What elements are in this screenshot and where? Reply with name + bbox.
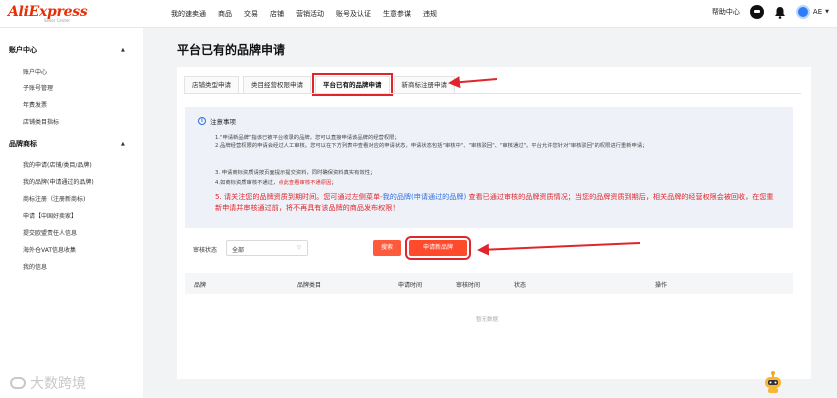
nav-products[interactable]: 商品 [218, 9, 232, 19]
sidebar-item-annual-fee-invoice[interactable]: 年费发票 [23, 100, 47, 109]
info-icon: i [198, 117, 206, 125]
notice-header: i 注意事项 [198, 116, 236, 126]
notice-line-3: 3. 申请商标资质请按页面提示提交资料，同时确保资料真实有效性； [215, 170, 376, 176]
notice-line-1: 1."申请新品牌"指该已被平台收录的品牌，您可以直接申请该品牌的经营权限； [215, 135, 400, 141]
notice-title: 注意事项 [210, 118, 236, 126]
table-header: 品牌 品牌类目 申请时间 审核时间 状态 操作 [185, 273, 793, 294]
header-actions: 帮助中心 AE ▼ [712, 5, 829, 19]
page-title: 平台已有的品牌申请 [177, 43, 286, 57]
sidebar-item-trademark-registration[interactable]: 商标注册（注册新商标) [23, 194, 85, 203]
column-actions: 操作 [655, 282, 668, 289]
caret-up-icon[interactable]: ▲ [121, 141, 125, 147]
sidebar-section-account[interactable]: 账户中心 [9, 45, 37, 55]
watermark-logo-icon [10, 377, 26, 389]
nav-marketing[interactable]: 营销活动 [296, 9, 324, 19]
column-brand: 品牌 [194, 282, 207, 289]
nav-store[interactable]: 店铺 [270, 9, 284, 19]
bell-icon[interactable] [774, 6, 786, 19]
column-apply-time: 申请时间 [398, 282, 423, 289]
watermark: 大数跨境 [10, 373, 86, 393]
column-status: 状态 [514, 282, 527, 289]
nav-violations[interactable]: 违规 [423, 9, 437, 19]
sidebar-item-sub-accounts[interactable]: 子账号管理 [23, 83, 53, 92]
user-menu[interactable]: AE ▼ [795, 5, 829, 19]
review-status-label: 审核状态 [193, 247, 218, 254]
tab-category-permission[interactable]: 类目经营权限申请 [243, 76, 311, 93]
caret-up-icon[interactable]: ▲ [121, 47, 125, 53]
review-status-value: 全部 [232, 247, 245, 254]
column-review-time: 审核时间 [456, 282, 481, 289]
empty-state: 暂无数据 [476, 317, 499, 323]
tab-bar: 店铺类型申请 类目经营权限申请 平台已有的品牌申请 新商标注册申请 [184, 73, 459, 96]
sidebar-item-my-brands[interactable]: 我的品牌(申请通过的品牌) [23, 177, 94, 186]
aliexpress-logo[interactable]: AliExpress Seller Center [8, 4, 88, 23]
top-navbar: AliExpress Seller Center 我的速卖通 商品 交易 店铺 … [0, 0, 837, 28]
avatar [795, 5, 810, 19]
sidebar-item-store-category-index[interactable]: 店铺类目指标 [23, 117, 59, 126]
main-nav: 我的速卖通 商品 交易 店铺 营销活动 账号及认证 生意参谋 违规 [171, 9, 437, 19]
sidebar-item-good-seller[interactable]: 申请【中国好卖家】 [23, 211, 77, 220]
tab-new-trademark[interactable]: 新商标注册申请 [393, 76, 455, 93]
search-button[interactable]: 搜索 [373, 240, 401, 256]
sidebar-item-overseas-vat[interactable]: 海外仓VAT信息收集 [23, 245, 76, 254]
notice-box: i 注意事项 1."申请新品牌"指该已被平台收录的品牌，您可以直接申请该品牌的经… [185, 107, 793, 228]
nav-orders[interactable]: 交易 [244, 9, 258, 19]
tab-divider [184, 93, 801, 94]
chat-icon[interactable] [749, 5, 764, 19]
sidebar: 账户中心 ▲ 账户中心 子账号管理 年费发票 店铺类目指标 品牌商标 ▲ 我的申… [0, 28, 143, 398]
nav-my-aliexpress[interactable]: 我的速卖通 [171, 9, 206, 19]
chevron-down-icon: ▼ [825, 9, 829, 15]
notice-line-4-end: ； [331, 180, 337, 186]
notice-line-4: 4.如商标资质审核不通过，点此查看审核不通原因； [215, 178, 337, 186]
nav-account[interactable]: 账号及认证 [336, 9, 371, 19]
my-brands-link[interactable]: 我的品牌(申请通过的品牌) [383, 192, 467, 201]
notice-line-4-text: 4.如商标资质审核不通过， [215, 180, 279, 186]
apply-new-brand-button[interactable]: 申请新品牌 [405, 236, 471, 260]
sidebar-item-account-center[interactable]: 账户中心 [23, 67, 47, 76]
nav-business-advisor[interactable]: 生意参谋 [383, 9, 411, 19]
watermark-text: 大数跨境 [30, 376, 86, 392]
sidebar-item-my-info[interactable]: 我的信息 [23, 262, 47, 271]
tab-store-type[interactable]: 店铺类型申请 [184, 76, 239, 93]
notice-line-2: 2.品牌经营权限的申请会经过人工审核。您可以在下方列表中查看对应的申请状态，申请… [215, 143, 648, 149]
chevron-down-icon: ▽ [297, 245, 301, 251]
notice-expiry-text-1: 5. 请关注您的品牌资质到期时间。您可通过左侧菜单- [215, 192, 383, 201]
sidebar-item-my-applications[interactable]: 我的申请(店铺/类目/品牌) [23, 160, 92, 169]
sidebar-item-eu-responsible-person[interactable]: 提交欧盟责任人信息 [23, 228, 77, 237]
column-brand-category: 品牌类目 [297, 282, 322, 289]
rejection-reason-link[interactable]: 点此查看审核不通原因 [278, 180, 331, 186]
tab-existing-brand[interactable]: 平台已有的品牌申请 [312, 73, 393, 96]
user-name: AE [812, 8, 823, 16]
notice-expiry-warning: 5. 请关注您的品牌资质到期时间。您可通过左侧菜单-我的品牌(申请通过的品牌) … [215, 191, 775, 213]
review-status-select[interactable]: 全部 ▽ [226, 240, 308, 256]
help-center-link[interactable]: 帮助中心 [712, 7, 740, 17]
assistant-robot-icon[interactable] [762, 370, 784, 394]
sidebar-section-brand[interactable]: 品牌商标 [9, 139, 37, 149]
